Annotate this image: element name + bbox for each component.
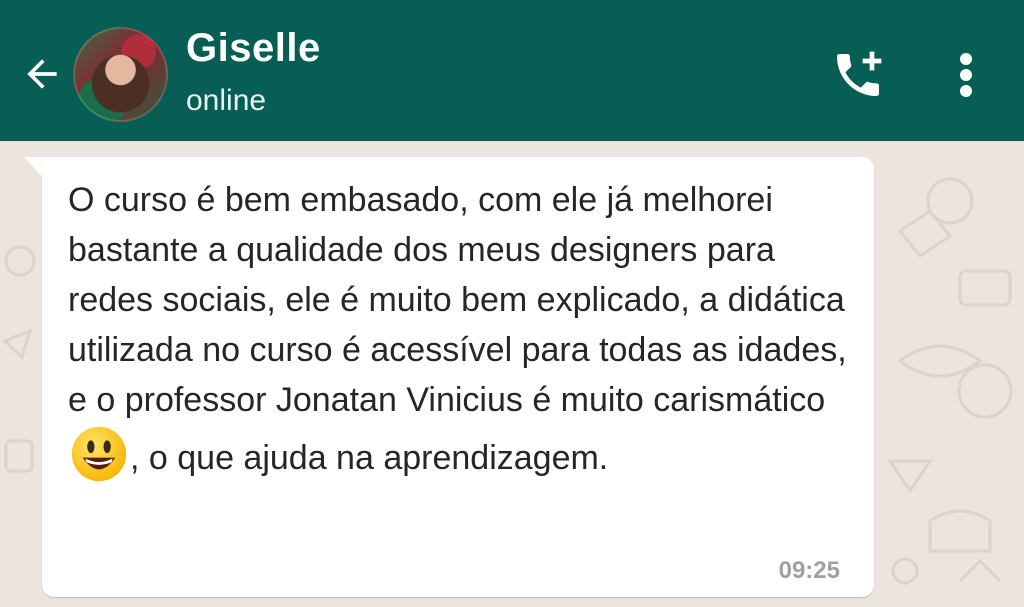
contact-status: online — [186, 84, 267, 117]
add-call-button[interactable] — [826, 46, 890, 104]
grinning-face-emoji-icon — [71, 426, 127, 482]
message-bubble[interactable]: O curso é bem embasado, com ele já melho… — [42, 157, 874, 597]
chat-area: O curso é bem embasado, com ele já melho… — [0, 141, 1024, 607]
chat-header: Giselle online — [0, 0, 1024, 141]
add-call-icon — [837, 51, 882, 96]
back-arrow-icon — [27, 59, 57, 89]
avatar[interactable] — [73, 27, 168, 122]
message-text-part1: O curso é bem embasado, com ele já melho… — [68, 181, 847, 419]
message-text: O curso é bem embasado, com ele já melho… — [68, 175, 858, 483]
message-time: 09:25 — [778, 557, 840, 584]
message-text-part2: , o que ajuda na aprendizagem. — [130, 439, 609, 477]
more-vertical-icon — [960, 53, 972, 97]
more-options-button[interactable] — [944, 46, 988, 104]
back-button[interactable] — [18, 50, 66, 98]
contact-name[interactable]: Giselle — [186, 26, 321, 71]
bubble-tail — [24, 157, 44, 179]
